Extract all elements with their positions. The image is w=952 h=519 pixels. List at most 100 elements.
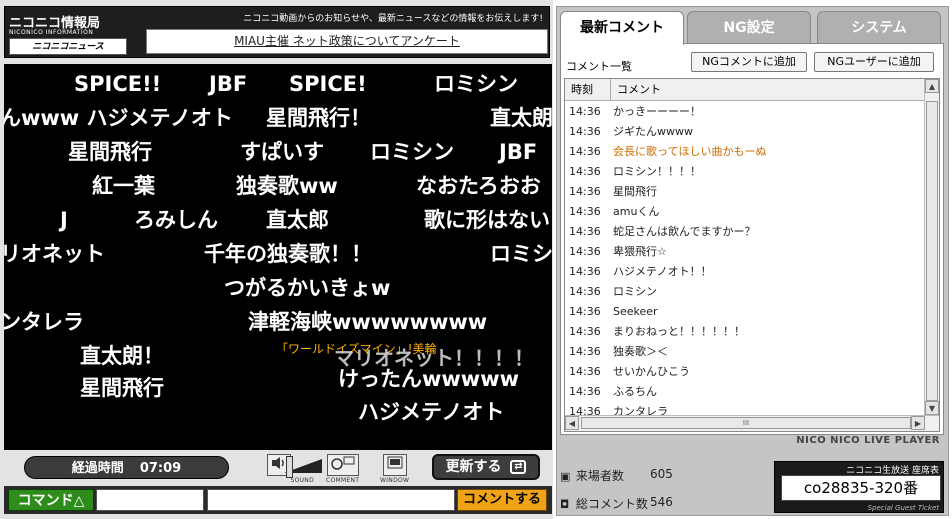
submit-comment-button[interactable]: コメントする <box>457 489 547 511</box>
seat-number: co28835-320番 <box>781 475 941 501</box>
comment-toggle[interactable]: COMMENT <box>326 454 359 484</box>
niconico-info-logo[interactable]: ニコニコ情報局 NICONICO INFORMATION ニコニコニュース <box>9 11 127 55</box>
table-body: 14:36 かっきーーーー！ 14:36 ジギたんwwww 14:36 会長に歌ってほ… <box>565 102 925 422</box>
horizontal-scroll-thumb[interactable]: III <box>581 417 911 429</box>
scroll-up-icon[interactable]: ▲ <box>925 79 939 93</box>
comment-list-area: コメント一覧 NGコメントに追加 NGユーザーに追加 時刻 コメント 14:36… <box>560 43 944 435</box>
scroll-right-icon[interactable]: ▶ <box>911 416 925 430</box>
comment-list-title: コメント一覧 <box>566 60 632 73</box>
row-comment: ハジメテノオト！！ <box>613 265 712 278</box>
add-ng-user-button[interactable]: NGユーザーに追加 <box>814 52 934 72</box>
row-time: 14:36 <box>569 245 601 258</box>
row-time: 14:36 <box>569 365 601 378</box>
overlay-comment: JBF <box>209 72 248 96</box>
scroll-down-icon[interactable]: ▼ <box>925 401 939 415</box>
refresh-icon: ⇄ <box>510 460 527 474</box>
tab-system[interactable]: システム <box>817 11 941 43</box>
row-comment: 星間飛行 <box>613 185 657 198</box>
row-comment: ジギたんwwww <box>613 125 693 138</box>
table-row[interactable]: 14:36 卑猥飛行☆ <box>565 242 925 262</box>
table-row[interactable]: 14:36 蛇足さんは飲んでますかー？ <box>565 222 925 242</box>
news-ticker: MIAU主催 ネット政策についてアンケート <box>146 29 548 54</box>
video-screen[interactable]: SPICE!! JBF SPICE! ロミシン んwww ハジメテノオト 星間飛… <box>4 64 552 450</box>
table-row[interactable]: 14:36 会長に歌ってほしい曲かもーぬ <box>565 142 925 162</box>
overlay-comment: けったんwwwww <box>338 367 520 391</box>
comment-table: 時刻 コメント 14:36 かっきーーーー！ 14:36 ジギたんwwww 14:3… <box>564 78 940 432</box>
table-row[interactable]: 14:36 ふるちん <box>565 382 925 402</box>
horizontal-scrollbar[interactable]: ◀ III ▶ <box>565 415 939 431</box>
overlay-comment: ンタレラ <box>4 310 84 334</box>
seat-ticket: ニコニコ生放送 座席表 co28835-320番 Special Guest T… <box>774 461 944 513</box>
table-row[interactable]: 14:36 amuくん <box>565 202 925 222</box>
table-row[interactable]: 14:36 せいかんひこう <box>565 362 925 382</box>
vertical-scroll-thumb[interactable] <box>926 101 938 401</box>
comment-icon[interactable] <box>326 454 359 476</box>
overlay-comment: 歌に形はない <box>424 208 550 232</box>
column-header-time[interactable]: 時刻 <box>565 79 611 101</box>
overlay-comment: ロミシン <box>370 140 454 164</box>
scroll-left-icon[interactable]: ◀ <box>565 416 579 430</box>
comment-input[interactable] <box>207 489 455 511</box>
row-time: 14:36 <box>569 225 601 238</box>
row-comment: amuくん <box>613 205 660 218</box>
news-link[interactable]: MIAU主催 ネット政策についてアンケート <box>234 34 460 48</box>
comment-input-row: コマンド△ コメントする <box>4 486 552 514</box>
overlay-comment: J <box>60 208 68 232</box>
overlay-comment: JBF <box>499 140 538 164</box>
vertical-scrollbar[interactable]: ▲ ▼ <box>924 79 939 415</box>
tab-latest-comments[interactable]: 最新コメント <box>560 11 684 45</box>
overlay-comment: 直太朗！ <box>80 344 164 368</box>
row-time: 14:36 <box>569 305 601 318</box>
add-ng-comment-button[interactable]: NGコメントに追加 <box>691 52 807 72</box>
row-time: 14:36 <box>569 265 601 278</box>
row-comment: せいかんひこう <box>613 365 690 378</box>
row-comment: 蛇足さんは飲んでますかー？ <box>613 225 756 238</box>
command-input[interactable] <box>96 489 204 511</box>
row-comment: ふるちん <box>613 385 657 398</box>
info-bar: ニコニコ情報局 NICONICO INFORMATION ニコニコニュース ニコ… <box>4 6 550 58</box>
table-row[interactable]: 14:36 ロミシン <box>565 282 925 302</box>
table-row[interactable]: 14:36 ロミシン！！！！ <box>565 162 925 182</box>
comment-label: COMMENT <box>326 477 360 484</box>
table-row[interactable]: 14:36 ハジメテノオト！！ <box>565 262 925 282</box>
row-comment: 会長に歌ってほしい曲かもーぬ <box>613 145 767 158</box>
row-time: 14:36 <box>569 125 601 138</box>
logo-subtitle: NICONICO INFORMATION <box>9 29 94 36</box>
row-time: 14:36 <box>569 345 601 358</box>
overlay-comment: すぱいす <box>240 140 324 164</box>
table-header: 時刻 コメント <box>565 79 925 101</box>
visitor-count: ▣ 来場者数 605 <box>560 467 673 484</box>
command-button[interactable]: コマンド△ <box>8 489 94 511</box>
window-toggle[interactable]: WINDOW <box>380 454 409 484</box>
overlay-comment: SPICE! <box>289 72 367 96</box>
table-row[interactable]: 14:36 まりおねっと！！！！！！ <box>565 322 925 342</box>
volume-slider[interactable] <box>284 456 324 478</box>
refresh-button[interactable]: 更新する ⇄ <box>432 454 540 480</box>
row-comment: 卑猥飛行☆ <box>613 245 667 258</box>
overlay-comment: ロミシン <box>434 72 518 96</box>
overlay-comment: 津軽海峡wwwwwwww <box>248 310 488 334</box>
tab-ng-settings[interactable]: NG設定 <box>687 11 811 43</box>
comment-count: ◘ 総コメント数 546 <box>560 495 673 512</box>
table-row[interactable]: 14:36 Seekeer <box>565 302 925 322</box>
live-player-window: ニコニコ情報局 NICONICO INFORMATION ニコニコニュース ニコ… <box>0 0 952 519</box>
elapsed-time: 07:09 <box>139 461 182 476</box>
niconico-news-logo[interactable]: ニコニコニュース <box>9 38 127 55</box>
window-icon[interactable] <box>382 454 407 476</box>
row-comment: 独奏歌＞＜ <box>613 345 668 358</box>
table-row[interactable]: 14:36 星間飛行 <box>565 182 925 202</box>
overlay-comment: 直太朗 <box>490 106 552 130</box>
refresh-label: 更新する <box>445 459 502 475</box>
overlay-comment: 星間飛行 <box>68 140 152 164</box>
overlay-comment: 独奏歌ww <box>236 174 338 198</box>
table-row[interactable]: 14:36 独奏歌＞＜ <box>565 342 925 362</box>
column-header-comment[interactable]: コメント <box>611 79 925 101</box>
overlay-comment: ハジメテノオト <box>358 400 505 424</box>
table-row[interactable]: 14:36 ジギたんwwww <box>565 122 925 142</box>
volume-knob[interactable] <box>286 456 293 478</box>
table-row[interactable]: 14:36 かっきーーーー！ <box>565 102 925 122</box>
row-time: 14:36 <box>569 145 601 158</box>
row-comment: ロミシン！！！！ <box>613 165 701 178</box>
elapsed-label: 経過時間 <box>71 461 124 476</box>
overlay-comment: リオネット <box>4 242 105 266</box>
